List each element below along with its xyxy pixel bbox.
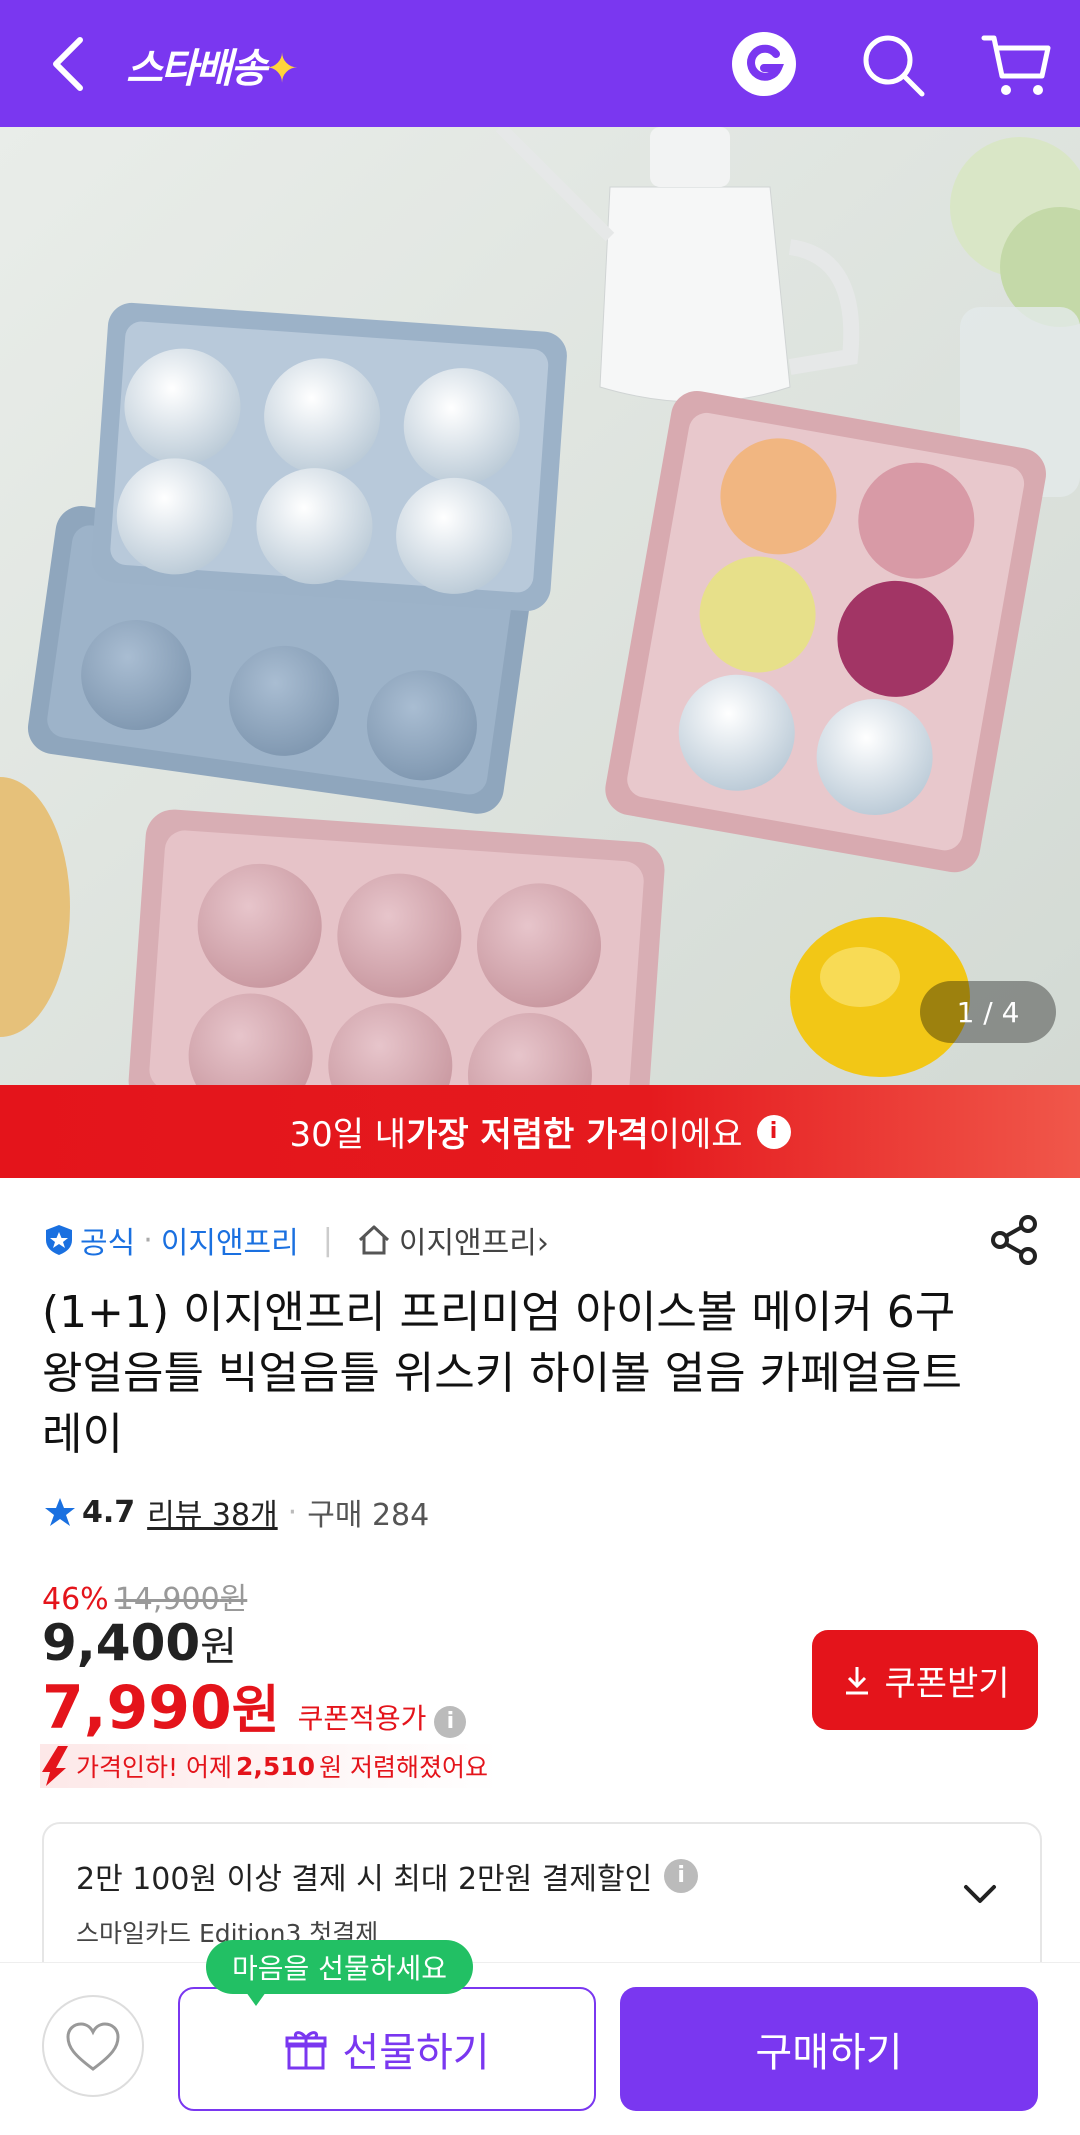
dot-separator: · <box>143 1222 153 1258</box>
coupon-price-value: 7,990 <box>42 1673 232 1743</box>
wishlist-button[interactable] <box>42 1995 144 2097</box>
product-image-carousel[interactable]: 1 / 4 <box>0 127 1080 1085</box>
gift-icon <box>285 2031 327 2070</box>
discount-rate: 46% <box>42 1582 109 1617</box>
down-arrow-icon <box>42 1746 68 1786</box>
dot-separator: · <box>287 1494 298 1530</box>
info-icon[interactable]: i <box>756 1114 791 1149</box>
logo-text: 스타배송 <box>126 46 267 92</box>
back-arrow-icon[interactable] <box>40 32 100 96</box>
card-discount-main: 2만 100원 이상 결제 시 최대 2만원 결제할인 i <box>76 1854 699 1898</box>
banner-suffix: 이에요 <box>648 1115 743 1155</box>
brand-link[interactable]: 이지앤프리 <box>161 1218 299 1262</box>
original-price: 14,900원 <box>115 1574 248 1618</box>
product-photo <box>0 127 1080 1085</box>
banner-highlight: 가장 저렴한 가격 <box>406 1115 649 1155</box>
rating-score: 4.7 <box>82 1494 136 1530</box>
share-icon[interactable] <box>990 1214 1040 1266</box>
product-title: (1+1) 이지앤프리 프리미엄 아이스볼 메이커 6구 왕얼음틀 빅얼음틀 위… <box>42 1287 963 1460</box>
store-name: 이지앤프리 <box>398 1226 537 1261</box>
banner-prefix: 30일 내 <box>289 1115 407 1155</box>
get-coupon-button[interactable]: 쿠폰받기 <box>812 1630 1038 1730</box>
search-icon[interactable] <box>858 30 928 100</box>
gift-button-label: 선물하기 <box>342 2030 490 2076</box>
coupon-price-label: 쿠폰적용가 <box>297 1702 427 1735</box>
purchase-count: 구매 284 <box>307 1498 430 1533</box>
cart-icon[interactable] <box>980 30 1052 100</box>
coupon-price-unit: 원 <box>231 1681 280 1741</box>
official-label: 공식 <box>80 1226 136 1261</box>
card-discount-text: 2만 100원 이상 결제 시 최대 2만원 결제할인 <box>76 1862 653 1897</box>
original-price-unit: 원 <box>219 1582 248 1617</box>
sale-price: 9,400원 <box>42 1614 237 1672</box>
heart-icon <box>66 2022 120 2071</box>
chevron-down-icon[interactable] <box>960 1874 1000 1914</box>
gift-tooltip: 마음을 선물하세요 <box>206 1940 473 2006</box>
original-price-value: 14,900 <box>114 1582 220 1617</box>
buy-button[interactable]: 구매하기 <box>620 1987 1038 2111</box>
info-icon[interactable]: i <box>434 1706 467 1738</box>
info-icon[interactable]: i <box>664 1859 699 1893</box>
price-drop-notice: 가격인하! 어제 2,510 원 저렴해졌어요 <box>40 1744 499 1788</box>
review-link[interactable]: 리뷰 38개 <box>147 1490 278 1534</box>
rating-row: 4.7 리뷰 38개 · 구매 284 <box>44 1490 429 1534</box>
seller-row: 공식 · 이지앤프리 | 이지앤프리› <box>44 1218 549 1262</box>
chevron-right-icon: › <box>536 1226 549 1261</box>
get-coupon-label: 쿠폰받기 <box>884 1663 1010 1704</box>
star-delivery-logo[interactable]: 스타배송✦ <box>126 36 299 94</box>
logo-spark-icon: ✦ <box>265 46 298 92</box>
price-drop-suffix: 원 저렴해졌어요 <box>319 1753 489 1782</box>
image-pager: 1 / 4 <box>920 981 1056 1043</box>
coupon-price: 7,990 원 쿠폰적용가 i <box>42 1668 467 1743</box>
sale-price-value: 9,400 <box>42 1614 201 1672</box>
top-app-bar: 스타배송✦ <box>0 0 1080 127</box>
sale-price-unit: 원 <box>200 1624 237 1670</box>
gift-button[interactable]: 선물하기 <box>178 1987 596 2111</box>
store-link[interactable]: 이지앤프리› <box>399 1218 549 1262</box>
official-shield-icon <box>46 1225 72 1255</box>
star-icon <box>45 1498 75 1526</box>
divider: | <box>322 1222 333 1258</box>
store-home-icon <box>358 1225 389 1255</box>
buy-button-label: 구매하기 <box>755 2030 903 2076</box>
download-icon <box>846 1667 869 1695</box>
lowest-price-banner[interactable]: 30일 내 가장 저렴한 가격 이에요 i <box>0 1085 1080 1178</box>
price-drop-prefix: 가격인하! 어제 <box>76 1753 232 1782</box>
g-logo-icon[interactable] <box>730 30 798 98</box>
price-drop-amount: 2,510 <box>235 1751 316 1781</box>
bottom-action-bar: 선물하기 구매하기 <box>0 1962 1080 2135</box>
discount-row: 46% 14,900원 <box>42 1574 247 1618</box>
